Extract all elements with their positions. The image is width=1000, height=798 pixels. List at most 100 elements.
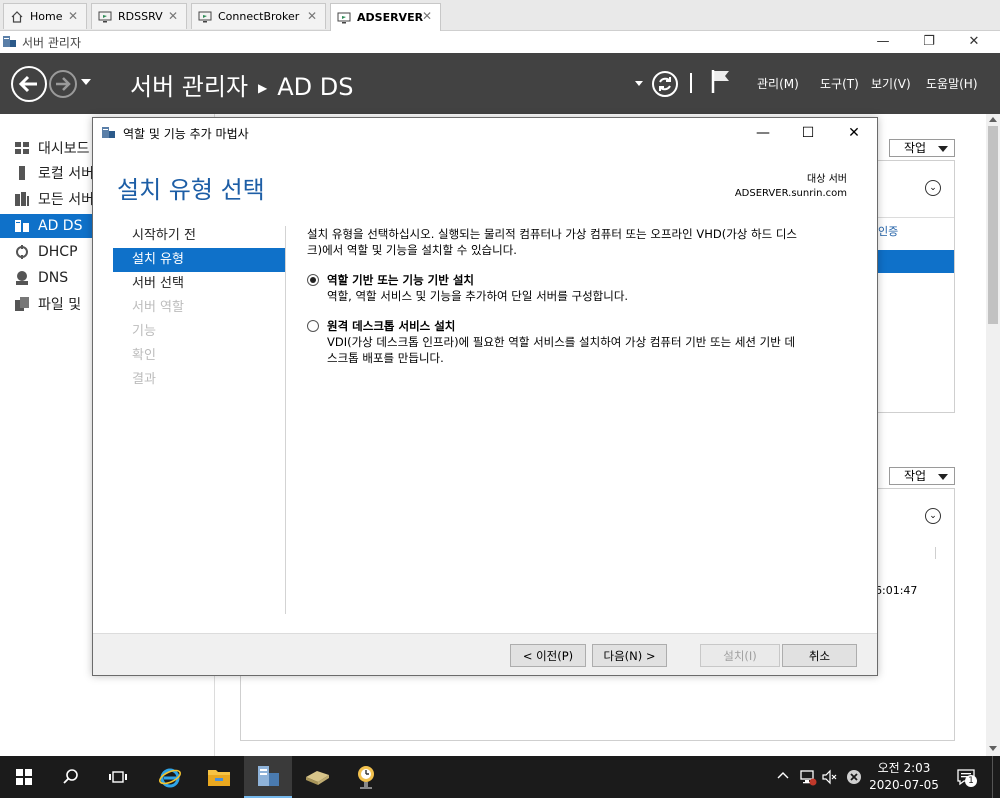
tab-rdssrv[interactable]: RDSSRV ✕ — [91, 3, 187, 29]
breadcrumb-root[interactable]: 서버 관리자 — [130, 73, 248, 101]
taskbar: 오전 2:03 2020-07-05 1 — [0, 756, 1000, 798]
notification-badge: 1 — [965, 775, 977, 787]
file-explorer-button[interactable] — [195, 756, 243, 798]
target-server-label: 대상 서버 — [807, 174, 847, 185]
internet-explorer-button[interactable] — [146, 756, 194, 798]
arrow-right-icon — [56, 77, 71, 91]
start-icon — [16, 769, 32, 785]
ad-ds-icon — [14, 218, 30, 234]
clock-app-button[interactable] — [342, 756, 390, 798]
tab-label: ConnectBroker — [218, 10, 300, 23]
refresh-button[interactable] — [652, 71, 678, 97]
internet-explorer-icon — [159, 768, 181, 788]
menu-view[interactable]: 보기(V) — [871, 75, 911, 92]
column-divider — [935, 547, 936, 559]
scrollbar-thumb[interactable] — [988, 126, 998, 324]
close-icon[interactable]: ✕ — [307, 9, 317, 23]
wizard-minimize-button[interactable]: — — [740, 118, 786, 148]
cancel-button[interactable]: 취소 — [782, 644, 857, 667]
server-manager-icon — [2, 34, 17, 49]
server-manager-taskbar-button[interactable] — [244, 756, 292, 798]
menu-tools[interactable]: 도구(T) — [820, 75, 859, 92]
show-desktop-button[interactable] — [992, 756, 993, 798]
tab-label: Home — [30, 10, 63, 23]
search-icon — [63, 769, 78, 784]
remote-desktop-radio[interactable] — [307, 320, 319, 332]
refresh-icon — [659, 77, 671, 91]
notifications-flag-icon[interactable] — [710, 68, 732, 94]
remote-desktop-icon — [198, 10, 212, 24]
description-line-2: 크)에서 역할 및 기능을 설치할 수 있습니다. — [307, 243, 517, 257]
volume-icon[interactable] — [821, 769, 839, 785]
minimize-button[interactable]: — — [860, 31, 906, 53]
restore-button[interactable]: ❐ — [906, 31, 952, 53]
step-server-selection[interactable]: 서버 선택 — [113, 272, 286, 296]
column-header-fragment[interactable]: 인증 — [878, 223, 898, 239]
breadcrumb: 서버 관리자 ▶ AD DS — [130, 67, 354, 102]
back-button[interactable] — [11, 66, 47, 102]
wizard-close-button[interactable]: ✕ — [831, 118, 877, 148]
wizard-heading: 설치 유형 선택 — [117, 176, 265, 204]
chevron-down-icon[interactable]: ⌄ — [925, 180, 941, 196]
tab-connectbroker[interactable]: ConnectBroker ✕ — [191, 3, 326, 29]
menu-help[interactable]: 도움말(H) — [926, 75, 978, 92]
option-role-based[interactable]: 역할 기반 또는 기능 기반 설치 역할, 역할 서비스 및 기능을 추가하여 … — [307, 272, 857, 304]
file-explorer-icon — [208, 770, 230, 786]
option-remote-desktop[interactable]: 원격 데스크톱 서비스 설치 VDI(가상 데스크톱 인프라)에 필요한 역할 … — [307, 318, 857, 366]
next-button[interactable]: 다음(N) > — [592, 644, 667, 667]
step-server-roles: 서버 역할 — [132, 300, 184, 315]
sidebar-item-label: AD DS — [38, 218, 83, 234]
forward-button[interactable] — [49, 70, 77, 98]
close-icon[interactable]: ✕ — [422, 9, 432, 23]
wizard-footer: < 이전(P) 다음(N) > 설치(I) 취소 — [93, 633, 877, 675]
tasks-dropdown[interactable]: 작업 — [889, 139, 955, 157]
header-divider — [690, 73, 692, 93]
step-installation-type[interactable]: 설치 유형 — [113, 248, 286, 272]
app-title: 서버 관리자 — [22, 36, 82, 50]
chevron-up-icon[interactable] — [777, 771, 789, 779]
task-view-button[interactable] — [94, 756, 142, 798]
description-line-1: 설치 유형을 선택하십시오. 실행되는 물리적 컴퓨터나 가상 컴퓨터 또는 오… — [307, 227, 797, 241]
dhcp-icon — [14, 244, 30, 260]
option-label[interactable]: 역할 기반 또는 기능 기반 설치 — [327, 272, 857, 288]
history-dropdown-icon[interactable] — [81, 79, 91, 87]
option-label[interactable]: 원격 데스크톱 서비스 설치 — [327, 318, 857, 334]
all-servers-icon — [14, 191, 30, 207]
option-description: 스크톱 배포를 만듭니다. — [327, 351, 444, 365]
network-icon[interactable] — [799, 768, 817, 786]
wizard-title: 역할 및 기능 추가 마법사 — [123, 127, 249, 141]
server-manager-icon — [101, 125, 116, 140]
scroll-down-icon[interactable] — [989, 746, 997, 752]
sidebar-item-label: 로컬 서버 — [38, 166, 94, 182]
menu-manage[interactable]: 관리(M) — [757, 75, 799, 92]
action-center-button[interactable]: 1 — [956, 767, 977, 787]
chevron-down-icon[interactable]: ⌄ — [925, 508, 941, 524]
storage-button[interactable] — [293, 756, 341, 798]
tab-home[interactable]: Home ✕ — [3, 3, 87, 29]
wizard-title-bar: 역할 및 기능 추가 마법사 — ☐ ✕ — [93, 118, 877, 148]
start-button[interactable] — [0, 756, 48, 798]
step-before-you-begin[interactable]: 시작하기 전 — [113, 224, 286, 248]
tasks-dropdown-2[interactable]: 작업 — [889, 467, 955, 485]
local-server-icon — [14, 165, 30, 181]
breadcrumb-current: AD DS — [277, 73, 354, 101]
system-clock[interactable]: 오전 2:03 2020-07-05 — [866, 760, 942, 794]
refresh-dropdown-icon[interactable] — [635, 81, 643, 87]
scroll-up-icon[interactable] — [989, 116, 997, 122]
previous-button[interactable]: < 이전(P) — [510, 644, 586, 667]
close-button[interactable]: ✕ — [951, 31, 997, 53]
sidebar-item-label: DNS — [38, 270, 69, 286]
close-icon[interactable]: ✕ — [168, 9, 178, 23]
remote-desktop-icon — [337, 11, 351, 25]
remote-desktop-icon — [98, 10, 112, 24]
search-button[interactable] — [47, 756, 95, 798]
tasks-label: 작업 — [904, 141, 927, 155]
step-results: 결과 — [132, 372, 156, 387]
main-scrollbar[interactable] — [986, 114, 1000, 756]
add-roles-wizard-dialog: 역할 및 기능 추가 마법사 — ☐ ✕ 설치 유형 선택 대상 서버 ADSE… — [92, 117, 878, 676]
wizard-maximize-button[interactable]: ☐ — [785, 118, 831, 148]
close-icon[interactable]: ✕ — [68, 9, 78, 23]
tab-adserver[interactable]: ADSERVER ✕ — [330, 3, 441, 31]
error-status-icon[interactable] — [846, 769, 862, 785]
role-based-radio[interactable] — [307, 274, 319, 286]
